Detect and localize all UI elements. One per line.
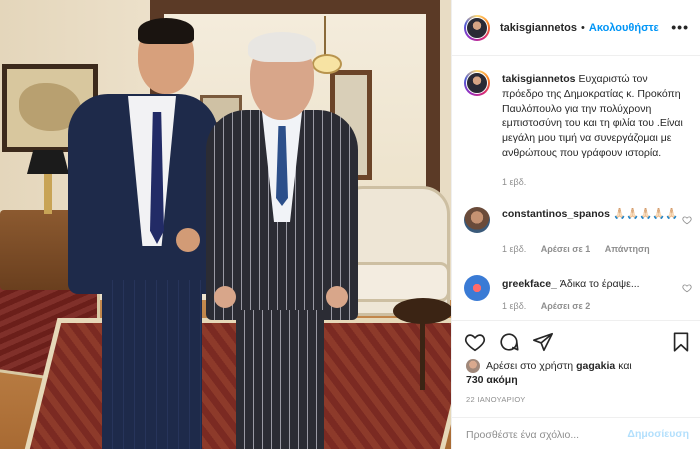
- comment-username[interactable]: constantinos_spanos: [502, 208, 610, 220]
- comment-text-block: constantinos_spanos 🙏🏻🙏🏻🙏🏻🙏🏻🙏🏻: [502, 207, 688, 222]
- paper-plane-icon[interactable]: [532, 331, 554, 353]
- comment-text-block: greekface_ Άδικα το έραψε...: [502, 277, 688, 292]
- photo-person-right-hand-left: [214, 286, 236, 308]
- photo-lamp: [27, 150, 69, 174]
- comment-row: constantinos_spanos 🙏🏻🙏🏻🙏🏻🙏🏻🙏🏻 1 εβδ. Αρέ…: [464, 207, 692, 257]
- caption-username[interactable]: takisgiannetos: [502, 73, 576, 85]
- caption-avatar-image: [466, 72, 488, 94]
- liker-avatar[interactable]: [466, 359, 480, 373]
- caption-text-block: takisgiannetos Ευχαριστώ τον πρόεδρο της …: [502, 72, 688, 161]
- likes-others-count[interactable]: 730 ακόμη: [466, 374, 518, 386]
- author-avatar-image: [466, 16, 488, 39]
- liker-username[interactable]: gagakia: [576, 360, 615, 372]
- comment-age[interactable]: 1 εβδ.: [502, 244, 526, 254]
- comment-text: Άδικα το έραψε...: [559, 278, 640, 290]
- more-options-icon[interactable]: •••: [671, 19, 689, 35]
- comment-age[interactable]: 1 εβδ.: [502, 301, 526, 311]
- photo-person-left-hand: [176, 228, 200, 252]
- caption-row: takisgiannetos Ευχαριστώ τον πρόεδρο της …: [464, 70, 692, 200]
- likes-summary: Αρέσει στο χρήστη gagakia και: [466, 359, 632, 373]
- comment-likes[interactable]: Αρέσει σε 2: [541, 301, 591, 311]
- post-comment-button[interactable]: Δημοσίευση: [627, 428, 689, 440]
- comment-likes[interactable]: Αρέσει σε 1: [541, 244, 591, 254]
- follow-button[interactable]: Ακολουθήστε: [589, 22, 659, 34]
- likes-prefix: Αρέσει στο χρήστη: [486, 360, 574, 372]
- comment-text: 🙏🏻🙏🏻🙏🏻🙏🏻🙏🏻: [612, 208, 679, 220]
- post-date[interactable]: 22 ΙΑΝΟΥΑΡΙΟΥ: [466, 395, 526, 404]
- photo-person-left-hair: [138, 18, 194, 44]
- caption-meta: 1 εβδ.: [502, 177, 538, 187]
- likes-conjunction: και: [618, 360, 632, 372]
- caption-age[interactable]: 1 εβδ.: [502, 177, 526, 187]
- photo-person-left-trousers: [102, 280, 202, 449]
- photo-side-table-leg: [420, 320, 425, 390]
- post-side-panel: takisgiannetos • Ακολουθήστε ••• takisgi…: [451, 0, 700, 449]
- author-username[interactable]: takisgiannetos: [500, 22, 577, 34]
- caption-avatar[interactable]: [464, 70, 490, 96]
- comment-avatar[interactable]: [464, 207, 490, 233]
- comments-list[interactable]: takisgiannetos Ευχαριστώ τον πρόεδρο της …: [452, 57, 700, 319]
- photo-person-right-hair: [248, 32, 316, 62]
- comment-input[interactable]: [466, 426, 616, 444]
- post-header: takisgiannetos • Ακολουθήστε •••: [452, 0, 700, 56]
- comment-like-icon[interactable]: [682, 283, 692, 293]
- add-comment-bar: Δημοσίευση: [452, 417, 700, 449]
- comment-like-icon[interactable]: [682, 215, 692, 225]
- comment-meta: 1 εβδ. Αρέσει σε 2: [502, 301, 602, 311]
- post-actions: Αρέσει στο χρήστη gagakia και 730 ακόμη …: [452, 320, 700, 449]
- author-avatar[interactable]: [464, 14, 490, 41]
- photo-person-right-hand: [326, 286, 348, 308]
- bookmark-icon[interactable]: [670, 331, 692, 353]
- caption-text: Ευχαριστώ τον πρόεδρο της Δημοκρατίας κ.…: [502, 73, 683, 159]
- comment-reply-button[interactable]: Απάντηση: [605, 244, 650, 254]
- heart-icon[interactable]: [464, 331, 486, 353]
- comment-username[interactable]: greekface_: [502, 278, 557, 290]
- comment-avatar[interactable]: [464, 275, 490, 301]
- photo-lamp-base: [44, 174, 52, 214]
- photo-person-right-trousers: [236, 310, 324, 449]
- comment-icon[interactable]: [498, 331, 520, 353]
- header-separator: •: [581, 21, 585, 34]
- post-photo[interactable]: [0, 0, 451, 449]
- comment-row: greekface_ Άδικα το έραψε... 1 εβδ. Αρέσε…: [464, 275, 692, 315]
- comment-meta: 1 εβδ. Αρέσει σε 1 Απάντηση: [502, 244, 662, 254]
